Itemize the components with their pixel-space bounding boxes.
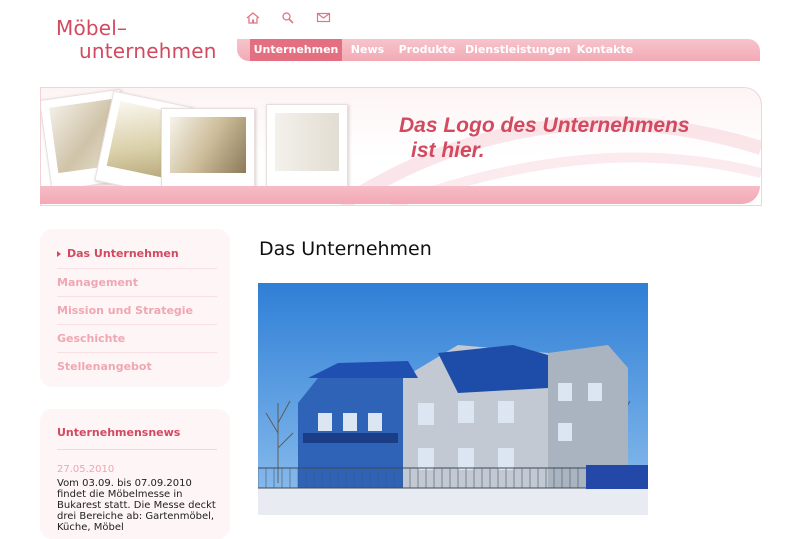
logo-line-1: Möbel– [56, 16, 128, 40]
main-navigation: Unternehmen News Produkte Dienstleistung… [237, 39, 760, 61]
sidemenu-item-label: Das Unternehmen [67, 247, 179, 260]
nav-item-dienstleistungen[interactable]: Dienstleistungen [465, 39, 571, 61]
nav-item-news[interactable]: News [345, 39, 390, 61]
sidemenu-item-stellenangebot[interactable]: Stellenangebot [57, 352, 217, 380]
news-box: Unternehmensnews 27.05.2010 Vom 03.09. b… [40, 409, 230, 539]
mail-icon[interactable] [316, 11, 332, 25]
site-logo[interactable]: Möbel– unternehmen [56, 17, 217, 63]
news-title[interactable]: Unternehmensnews [57, 426, 180, 439]
company-building-photo [258, 283, 648, 515]
nav-item-unternehmen[interactable]: Unternehmen [250, 39, 342, 61]
banner-photo-kitchen-4 [266, 104, 348, 188]
news-divider [57, 449, 217, 450]
nav-item-produkte[interactable]: Produkte [397, 39, 457, 61]
home-icon[interactable] [245, 11, 261, 25]
logo-line-2: unternehmen [79, 39, 217, 63]
slogan-line-2: ist hier. [411, 139, 485, 162]
side-menu: Das Unternehmen Management Mission und S… [40, 229, 230, 387]
nav-item-kontakte[interactable]: Kontakte [574, 39, 636, 61]
sidemenu-item-das-unternehmen[interactable]: Das Unternehmen [57, 240, 217, 267]
banner-photo-kitchen-3 [161, 108, 255, 190]
search-icon[interactable] [280, 11, 296, 25]
sidemenu-item-mission-und-strategie[interactable]: Mission und Strategie [57, 296, 217, 324]
slogan-line-1: Das Logo des Unternehmens [399, 114, 690, 137]
banner-slogan: Das Logo des Unternehmens ist hier. [399, 113, 690, 163]
news-date: 27.05.2010 [57, 464, 115, 475]
sidemenu-item-management[interactable]: Management [57, 268, 217, 296]
arrow-right-icon [57, 251, 61, 257]
banner-bottom-band [40, 186, 760, 204]
news-text: Vom 03.09. bis 07.09.2010 findet die Möb… [57, 478, 216, 533]
page-title: Das Unternehmen [259, 238, 432, 260]
sidemenu-item-geschichte[interactable]: Geschichte [57, 324, 217, 352]
